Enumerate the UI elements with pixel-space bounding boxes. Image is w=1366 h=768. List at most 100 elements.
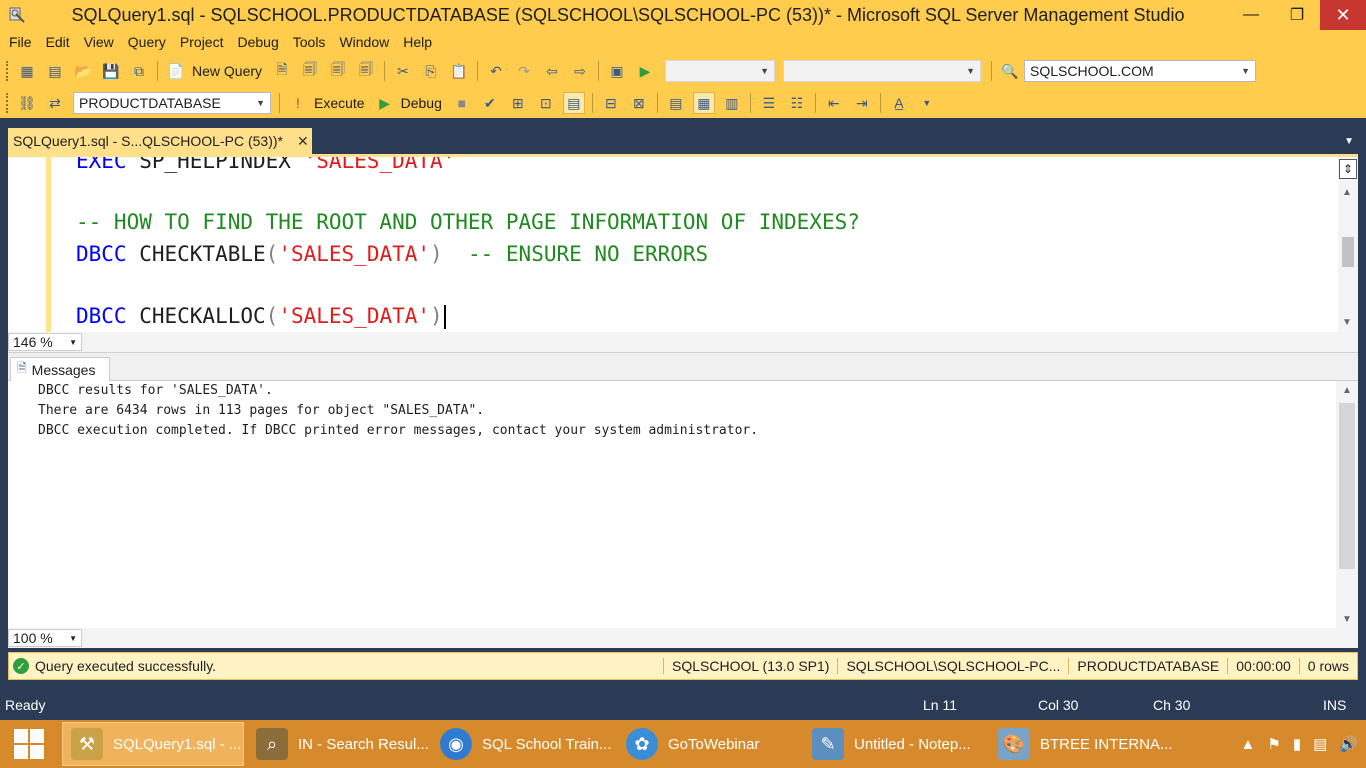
add-item-icon[interactable]: ▤ bbox=[44, 60, 66, 82]
menu-file[interactable]: File bbox=[2, 34, 39, 50]
tab-dropdown-icon[interactable]: ▼ bbox=[1344, 136, 1354, 147]
network-icon[interactable]: ▤ bbox=[1313, 735, 1327, 753]
menu-edit[interactable]: Edit bbox=[39, 34, 77, 50]
comment-out-icon[interactable]: ☰ bbox=[758, 92, 780, 114]
title-bar: SQLQuery1.sql - SQLSCHOOL.PRODUCTDATABAS… bbox=[0, 0, 1366, 30]
menu-view[interactable]: View bbox=[77, 34, 121, 50]
ready-status: Ready bbox=[5, 697, 46, 713]
execute-button[interactable]: Execute bbox=[314, 95, 365, 111]
uncomment-icon[interactable]: ☷ bbox=[786, 92, 808, 114]
activity-monitor-icon[interactable]: ▣ bbox=[606, 60, 628, 82]
find-in-files-icon[interactable]: 🔍 bbox=[999, 60, 1021, 82]
tab-messages[interactable]: 🗎 Messages bbox=[10, 357, 110, 381]
power-icon[interactable]: ▮ bbox=[1293, 735, 1301, 753]
taskbar-item-notepad[interactable]: ✎ Untitled - Notep... bbox=[804, 722, 986, 766]
solution-configurations-combo[interactable]: ▼ bbox=[665, 60, 776, 82]
results-zoom-bar: 100 % ▼ bbox=[8, 628, 1358, 648]
toolbar-grip[interactable] bbox=[6, 61, 10, 81]
menu-help[interactable]: Help bbox=[396, 34, 439, 50]
save-icon[interactable]: 💾 bbox=[100, 60, 122, 82]
message-line: DBCC execution completed. If DBCC printe… bbox=[38, 423, 759, 438]
server-combo[interactable]: SQLSCHOOL.COM ▼ bbox=[1024, 60, 1257, 82]
menu-project[interactable]: Project bbox=[173, 34, 231, 50]
results-to-grid-icon[interactable]: ▦ bbox=[692, 92, 715, 114]
change-connection-icon[interactable]: ⇄ bbox=[44, 92, 66, 114]
editor-vertical-scrollbar[interactable]: ⇕ ▲ ▼ bbox=[1338, 157, 1358, 332]
new-query-icon[interactable]: 📄 bbox=[165, 60, 187, 82]
cut-icon[interactable]: ✂ bbox=[392, 60, 414, 82]
query-editor[interactable]: EXEC SP_HELPINDEX 'SALES_DATA' -- HOW TO… bbox=[8, 154, 1358, 332]
show-hidden-icons-icon[interactable]: ▲ bbox=[1241, 736, 1256, 753]
line-number: Ln 11 bbox=[923, 697, 957, 713]
start-icon[interactable]: ▶ bbox=[634, 60, 656, 82]
scroll-thumb[interactable] bbox=[1339, 403, 1355, 569]
redo-icon[interactable]: ↷ bbox=[513, 60, 535, 82]
parse-icon[interactable]: ✔ bbox=[479, 92, 501, 114]
close-button[interactable]: ✕ bbox=[1320, 0, 1366, 30]
live-query-statistics-icon[interactable]: ⊠ bbox=[628, 92, 650, 114]
execute-icon[interactable]: ! bbox=[287, 92, 309, 114]
scroll-thumb[interactable] bbox=[1342, 237, 1354, 267]
tab-close-icon[interactable]: ✕ bbox=[297, 133, 309, 150]
editor-zoom-bar: 146 % ▼ bbox=[8, 332, 1358, 352]
action-center-icon[interactable]: ⚑ bbox=[1267, 735, 1280, 753]
results-to-text-icon[interactable]: ▤ bbox=[665, 92, 687, 114]
scroll-down-icon[interactable]: ▼ bbox=[1342, 614, 1352, 625]
debug-button[interactable]: Debug bbox=[401, 95, 442, 111]
specify-template-values-icon[interactable]: A̲ bbox=[888, 92, 910, 114]
toolbar-overflow-icon[interactable]: ▼ bbox=[916, 92, 938, 114]
taskbar-item-chrome[interactable]: ◉ SQL School Train... bbox=[432, 722, 614, 766]
toolbar-separator bbox=[879, 93, 881, 113]
taskbar-item-label: Untitled - Notep... bbox=[854, 735, 971, 753]
solution-platforms-combo[interactable]: ▼ bbox=[783, 60, 982, 82]
copy-icon[interactable]: ⎘ bbox=[420, 60, 442, 82]
taskbar-item-gotowebinar[interactable]: ✿ GoToWebinar bbox=[618, 722, 800, 766]
restore-button[interactable]: ❐ bbox=[1274, 0, 1320, 30]
start-button[interactable] bbox=[0, 720, 58, 768]
standard-toolbar: ▦ ▤ 📂 💾 ⧉ 📄 New Query 🗎 🗐 🗐 🗐 ✂ ⎘ 📋 ↶ ↷ … bbox=[0, 54, 1366, 88]
volume-icon[interactable]: 🔊 bbox=[1339, 735, 1358, 753]
undo-icon[interactable]: ↶ bbox=[485, 60, 507, 82]
mdx-query-icon[interactable]: 🗐 bbox=[327, 60, 349, 82]
menu-debug[interactable]: Debug bbox=[230, 34, 285, 50]
navigate-backward-icon[interactable]: ⇦ bbox=[541, 60, 563, 82]
tab-sqlquery1[interactable]: SQLQuery1.sql - S...QLSCHOOL-PC (53))* ✕ bbox=[8, 128, 312, 154]
menu-tools[interactable]: Tools bbox=[286, 34, 333, 50]
display-estimated-plan-icon[interactable]: ⊞ bbox=[507, 92, 529, 114]
ssms-app-icon[interactable] bbox=[6, 4, 28, 26]
editor-zoom-combo[interactable]: 146 % ▼ bbox=[8, 333, 82, 351]
taskbar-item-paint[interactable]: 🎨 BTREE INTERNA... bbox=[990, 722, 1172, 766]
decrease-indent-icon[interactable]: ⇤ bbox=[823, 92, 845, 114]
results-to-file-icon[interactable]: ▥ bbox=[721, 92, 743, 114]
increase-indent-icon[interactable]: ⇥ bbox=[851, 92, 873, 114]
available-databases-combo[interactable]: PRODUCTDATABASE ▼ bbox=[73, 92, 271, 114]
cancel-query-icon[interactable]: ■ bbox=[451, 92, 473, 114]
paste-icon[interactable]: 📋 bbox=[448, 60, 470, 82]
open-file-icon[interactable]: 📂 bbox=[72, 60, 94, 82]
taskbar-item-search[interactable]: ⌕ IN - Search Resul... bbox=[248, 722, 428, 766]
scroll-up-icon[interactable]: ▲ bbox=[1342, 187, 1352, 198]
toolbar-grip[interactable] bbox=[6, 93, 10, 113]
navigate-forward-icon[interactable]: ⇨ bbox=[569, 60, 591, 82]
scroll-down-icon[interactable]: ▼ bbox=[1342, 317, 1352, 328]
document-tab-strip: SQLQuery1.sql - S...QLSCHOOL-PC (53))* ✕… bbox=[0, 118, 1366, 154]
results-vertical-scrollbar[interactable]: ▲ ▼ bbox=[1336, 381, 1358, 629]
analysis-query-icon[interactable]: 🗐 bbox=[299, 60, 321, 82]
xmla-query-icon[interactable]: 🗐 bbox=[355, 60, 377, 82]
include-actual-plan-icon[interactable]: ⊟ bbox=[600, 92, 622, 114]
intellisense-icon[interactable]: ▤ bbox=[562, 92, 585, 114]
connect-icon[interactable]: ⛓ bbox=[16, 92, 38, 114]
query-options-icon[interactable]: ⊡ bbox=[535, 92, 557, 114]
new-project-icon[interactable]: ▦ bbox=[16, 60, 38, 82]
results-zoom-combo[interactable]: 100 % ▼ bbox=[8, 629, 82, 647]
menu-window[interactable]: Window bbox=[332, 34, 396, 50]
new-query-button[interactable]: New Query bbox=[192, 63, 262, 79]
save-all-icon[interactable]: ⧉ bbox=[128, 60, 150, 82]
minimize-button[interactable]: — bbox=[1228, 0, 1274, 30]
menu-query[interactable]: Query bbox=[121, 34, 173, 50]
database-engine-query-icon[interactable]: 🗎 bbox=[271, 60, 293, 82]
debug-icon[interactable]: ▶ bbox=[374, 92, 396, 114]
scroll-up-icon[interactable]: ▲ bbox=[1342, 385, 1352, 396]
taskbar-item-ssms[interactable]: ⚒ SQLQuery1.sql - ... bbox=[62, 722, 244, 766]
split-view-icon[interactable]: ⇕ bbox=[1339, 159, 1357, 179]
